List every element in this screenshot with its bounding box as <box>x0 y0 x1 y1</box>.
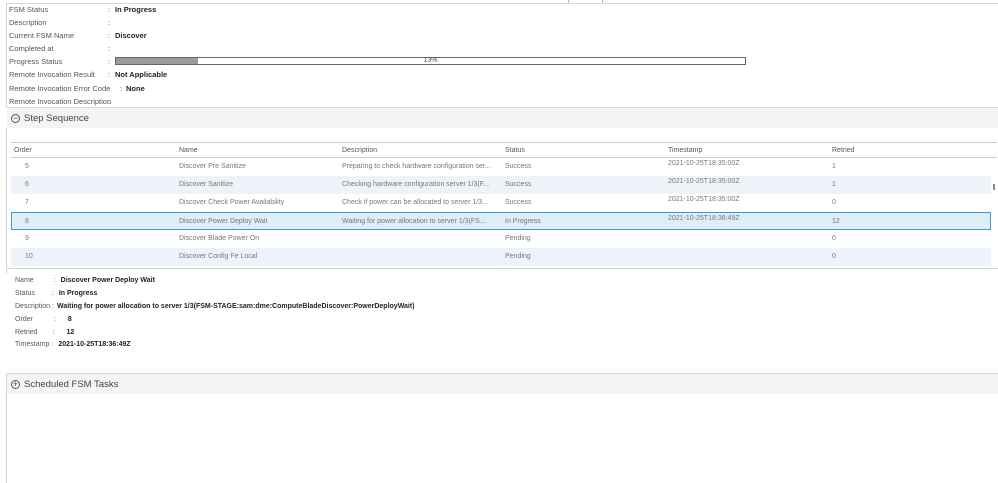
cell-name: Discover Blade Power On <box>179 235 260 242</box>
detail-label: Order <box>15 315 33 323</box>
cell-status: Success <box>505 163 532 170</box>
progress-bar: 13% <box>115 57 746 66</box>
column-header-timestamp[interactable]: Timestamp <box>668 143 702 158</box>
prop-remote-invocation-description: Remote Invocation Description : <box>9 95 769 108</box>
cell-timestamp: 2021-10-25T18:35:00Z <box>668 160 740 167</box>
detail-retried: Retried:12 <box>15 328 75 336</box>
detail-label: Timestamp <box>15 341 50 349</box>
cell-description: Check if power can be allocated to serve… <box>342 199 488 206</box>
cell-order: 7 <box>25 199 29 206</box>
table-row[interactable]: 10 Discover Config Fe Local Pending 0 <box>11 248 991 266</box>
prop-remote-invocation-result: Remote Invocation Result : Not Applicabl… <box>9 68 769 81</box>
column-header-name[interactable]: Name <box>179 143 198 158</box>
pane-splitter-handle[interactable]: ..... <box>498 265 511 271</box>
cell-order: 10 <box>25 253 33 260</box>
scheduled-fsm-tasks-title: Scheduled FSM Tasks <box>24 378 119 390</box>
column-header-retried[interactable]: Retried <box>832 143 855 158</box>
cell-retried: 0 <box>832 235 836 242</box>
detail-order-value: 8 <box>67 315 72 323</box>
detail-label: Description <box>15 302 51 310</box>
prop-label: Remote Invocation Description <box>9 96 112 106</box>
detail-name-value: Discover Power Deploy Wait <box>60 277 155 284</box>
table-row[interactable]: 6 Discover Sanitize Checking hardware co… <box>11 176 991 194</box>
cell-timestamp: 2021-10-25T18:36:49Z <box>668 215 740 222</box>
cell-retried: 0 <box>832 253 836 260</box>
prop-label: Current FSM Name <box>9 31 75 41</box>
cell-status: Success <box>505 199 532 206</box>
left-border <box>6 128 7 273</box>
cell-timestamp: 2021-10-25T18:35:00Z <box>668 196 740 203</box>
cell-description: Waiting for power allocation to server 1… <box>342 218 486 225</box>
remote-invocation-result-value: Not Applicable <box>115 70 168 80</box>
cell-description: Checking hardware configuration server 1… <box>342 181 490 188</box>
prop-progress-status: Progress Status : 13% <box>9 55 769 68</box>
current-fsm-name-value: Discover <box>115 31 147 41</box>
cell-name: Discover Sanitize <box>179 181 234 188</box>
table-row[interactable]: 5 Discover Pre Sanitize Preparing to che… <box>11 158 991 176</box>
prop-label: Progress Status <box>9 57 63 67</box>
detail-description-value: Waiting for power allocation to server 1… <box>56 302 415 310</box>
fsm-status-value: In Progress <box>115 5 157 14</box>
cell-status: In Progress <box>505 218 541 225</box>
cell-status: Pending <box>505 253 531 260</box>
detail-timestamp-value: 2021-10-25T18:36:49Z <box>58 341 131 349</box>
step-sequence-header[interactable]: − Step Sequence <box>7 108 998 128</box>
prop-label: FSM Status <box>9 5 49 14</box>
expand-circle-icon[interactable]: + <box>11 379 20 389</box>
fsm-properties: FSM Status : In Progress Description : C… <box>9 3 769 108</box>
cell-retried: 12 <box>832 218 840 225</box>
prop-label: Remote Invocation Error Code <box>9 83 111 93</box>
cell-order: 6 <box>25 181 29 188</box>
prop-remote-invocation-error-code: Remote Invocation Error Code : None <box>9 82 769 95</box>
detail-order: Order:8 <box>15 315 72 323</box>
cell-status: Success <box>505 181 532 188</box>
cell-name: Discover Pre Sanitize <box>179 163 246 170</box>
collapse-circle-icon[interactable]: − <box>11 113 20 123</box>
detail-description: Description: Waiting for power allocation… <box>15 302 415 310</box>
table-header: Order Name Description Status Timestamp … <box>11 142 997 158</box>
detail-retried-value: 12 <box>66 328 75 336</box>
table-row[interactable]: 7 Discover Check Power Availability Chec… <box>11 194 991 212</box>
cell-name: Discover Power Deploy Wait <box>179 218 268 225</box>
step-details: Name: Discover Power Deploy Wait Status: I… <box>15 275 715 352</box>
prop-label: Description <box>9 18 47 28</box>
detail-status-value: In Progress <box>58 289 98 297</box>
prop-fsm-status: FSM Status : In Progress <box>9 3 769 16</box>
prop-description: Description : <box>9 16 769 29</box>
cell-retried: 1 <box>832 163 836 170</box>
step-sequence-table: Order Name Description Status Timestamp … <box>11 142 997 267</box>
prop-label: Completed at <box>9 44 54 54</box>
detail-status: Status: In Progress <box>15 289 98 297</box>
cell-retried: 1 <box>832 181 836 188</box>
prop-label: Remote Invocation Result <box>9 70 95 80</box>
cell-order: 8 <box>25 218 29 225</box>
table-body: 5 Discover Pre Sanitize Preparing to che… <box>11 158 997 267</box>
left-border <box>6 3 7 107</box>
column-header-status[interactable]: Status <box>505 143 525 158</box>
cell-order: 9 <box>25 235 29 242</box>
detail-name: Name: Discover Power Deploy Wait <box>15 277 155 284</box>
column-header-description[interactable]: Description <box>342 143 377 158</box>
cell-name: Discover Check Power Availability <box>179 199 285 206</box>
column-header-order[interactable]: Order <box>14 143 32 158</box>
prop-completed-at: Completed at : <box>9 42 769 55</box>
cell-status: Pending <box>505 235 531 242</box>
step-sequence-title: Step Sequence <box>24 112 89 124</box>
remote-invocation-error-code-value: None <box>126 83 145 93</box>
table-row[interactable]: 9 Discover Blade Power On Pending 0 <box>11 230 991 248</box>
table-scrollbar-thumb[interactable] <box>993 184 995 190</box>
cell-name: Discover Config Fe Local <box>179 253 258 260</box>
scheduled-fsm-tasks-header[interactable]: + Scheduled FSM Tasks <box>7 374 998 394</box>
cell-retried: 0 <box>832 199 836 206</box>
prop-current-fsm-name: Current FSM Name : Discover <box>9 29 769 42</box>
detail-label: Name <box>15 277 34 284</box>
detail-timestamp: Timestamp:2021-10-25T18:36:49Z <box>15 341 131 349</box>
table-row-selected[interactable]: 8 Discover Power Deploy Wait Waiting for… <box>11 212 991 230</box>
detail-label: Status <box>15 289 35 297</box>
cell-description: Preparing to check hardware configuratio… <box>342 163 491 170</box>
detail-label: Retried <box>15 328 38 336</box>
cell-order: 5 <box>25 163 29 170</box>
cell-timestamp: 2021-10-25T18:35:00Z <box>668 178 740 185</box>
progress-text: 13% <box>423 57 438 65</box>
